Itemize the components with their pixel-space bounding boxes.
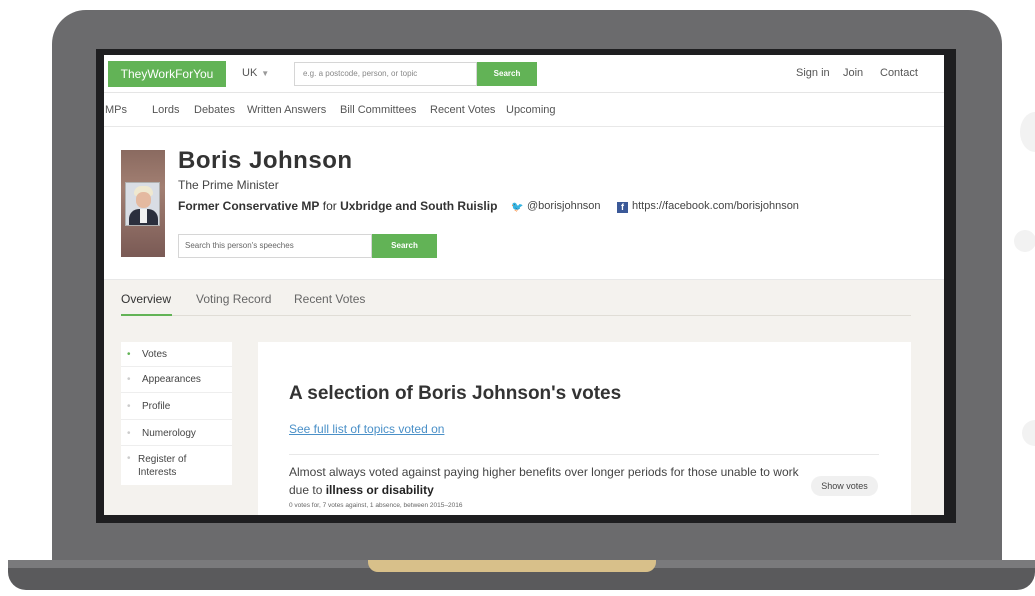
person-photo	[125, 182, 160, 226]
votes-panel-title: A selection of Boris Johnson's votes	[289, 383, 622, 404]
person-role: The Prime Minister	[178, 178, 279, 192]
person-search-input[interactable]: Search this person's speeches	[178, 234, 372, 258]
content-area: Overview Voting Record Recent Votes • Vo…	[104, 280, 944, 515]
browser-screen: TheyWorkForYou UK ▼ e.g. a postcode, pers…	[104, 55, 944, 515]
sidebar-item-register-of-interests[interactable]: • Register of Interests	[121, 446, 232, 485]
bullet-icon: •	[127, 428, 131, 439]
site-logo[interactable]: TheyWorkForYou	[108, 61, 226, 87]
tab-recent-votes[interactable]: Recent Votes	[294, 292, 365, 306]
nav-item-bill-committees[interactable]: Bill Committees	[340, 104, 416, 116]
sign-in-link[interactable]: Sign in	[796, 67, 830, 79]
divider	[289, 454, 879, 455]
twitter-handle: @borisjohnson	[527, 200, 601, 212]
contact-link[interactable]: Contact	[880, 67, 918, 79]
nav-item-debates[interactable]: Debates	[194, 104, 235, 116]
sidebar-item-appearances[interactable]: • Appearances	[121, 367, 232, 393]
facebook-link[interactable]: f https://facebook.com/borisjohnson	[617, 200, 799, 213]
chevron-down-icon: ▼	[261, 69, 270, 78]
show-votes-button[interactable]: Show votes	[811, 476, 878, 496]
nav-item-mps[interactable]: MPs	[105, 104, 127, 116]
twitter-link[interactable]: 🐦 @borisjohnson	[511, 200, 601, 213]
sidebar-item-label: Votes	[142, 349, 168, 360]
bullet-icon: •	[127, 349, 131, 360]
profile-tabs: Overview Voting Record Recent Votes	[121, 280, 911, 316]
top-bar: TheyWorkForYou UK ▼ e.g. a postcode, pers…	[104, 55, 944, 93]
person-header: Boris Johnson The Prime Minister Former …	[104, 127, 944, 280]
sidebar-item-numerology[interactable]: • Numerology	[121, 420, 232, 446]
person-constituency-line: Former Conservative MP for Uxbridge and …	[178, 199, 497, 213]
nav-item-lords[interactable]: Lords	[152, 104, 180, 116]
laptop-notch	[368, 560, 656, 572]
vote-topic: illness or disability	[325, 483, 434, 497]
votes-panel: A selection of Boris Johnson's votes See…	[258, 342, 911, 515]
sidebar-item-label: Profile	[142, 401, 171, 412]
bullet-icon: •	[127, 453, 131, 464]
constituency-name: Uxbridge and South Ruislip	[340, 199, 498, 213]
join-link[interactable]: Join	[843, 67, 863, 79]
country-label: UK	[242, 67, 258, 79]
person-name: Boris Johnson	[178, 147, 353, 174]
bullet-icon: •	[127, 401, 131, 412]
bullet-icon: •	[127, 374, 131, 385]
sidebar-item-label: Register of Interests	[138, 454, 187, 478]
vote-summary: Almost always voted against paying highe…	[289, 463, 799, 499]
nav-item-written-answers[interactable]: Written Answers	[247, 104, 326, 116]
sidebar-item-label: Numerology	[142, 428, 196, 439]
sidebar-item-profile[interactable]: • Profile	[121, 393, 232, 420]
facebook-icon: f	[617, 202, 628, 213]
decorative-circle	[1014, 230, 1035, 252]
twitter-icon: 🐦	[511, 202, 524, 213]
full-topics-link[interactable]: See full list of topics voted on	[289, 422, 444, 436]
decorative-circle	[1022, 420, 1035, 446]
nav-item-recent-votes[interactable]: Recent Votes	[430, 104, 495, 116]
section-sidebar: • Votes • Appearances • Profile • Numero…	[121, 342, 232, 485]
mp-status: Former Conservative MP	[178, 199, 320, 213]
main-nav: MPs Lords Debates Written Answers Bill C…	[104, 93, 944, 127]
site-search-button[interactable]: Search	[477, 62, 537, 86]
tab-overview[interactable]: Overview	[121, 292, 171, 306]
site-search-input[interactable]: e.g. a postcode, person, or topic	[294, 62, 477, 86]
active-tab-indicator	[121, 314, 172, 316]
tab-voting-record[interactable]: Voting Record	[196, 292, 271, 306]
nav-item-upcoming[interactable]: Upcoming	[506, 104, 556, 116]
mp-for-word: for	[322, 199, 337, 213]
person-search-button[interactable]: Search	[372, 234, 437, 258]
country-selector[interactable]: UK ▼	[242, 67, 269, 79]
decorative-circle	[1020, 112, 1035, 152]
sidebar-item-label: Appearances	[142, 374, 201, 385]
facebook-url: https://facebook.com/borisjohnson	[632, 200, 799, 212]
vote-counts: 0 votes for, 7 votes against, 1 absence,…	[289, 502, 463, 509]
sidebar-item-votes[interactable]: • Votes	[121, 342, 232, 367]
